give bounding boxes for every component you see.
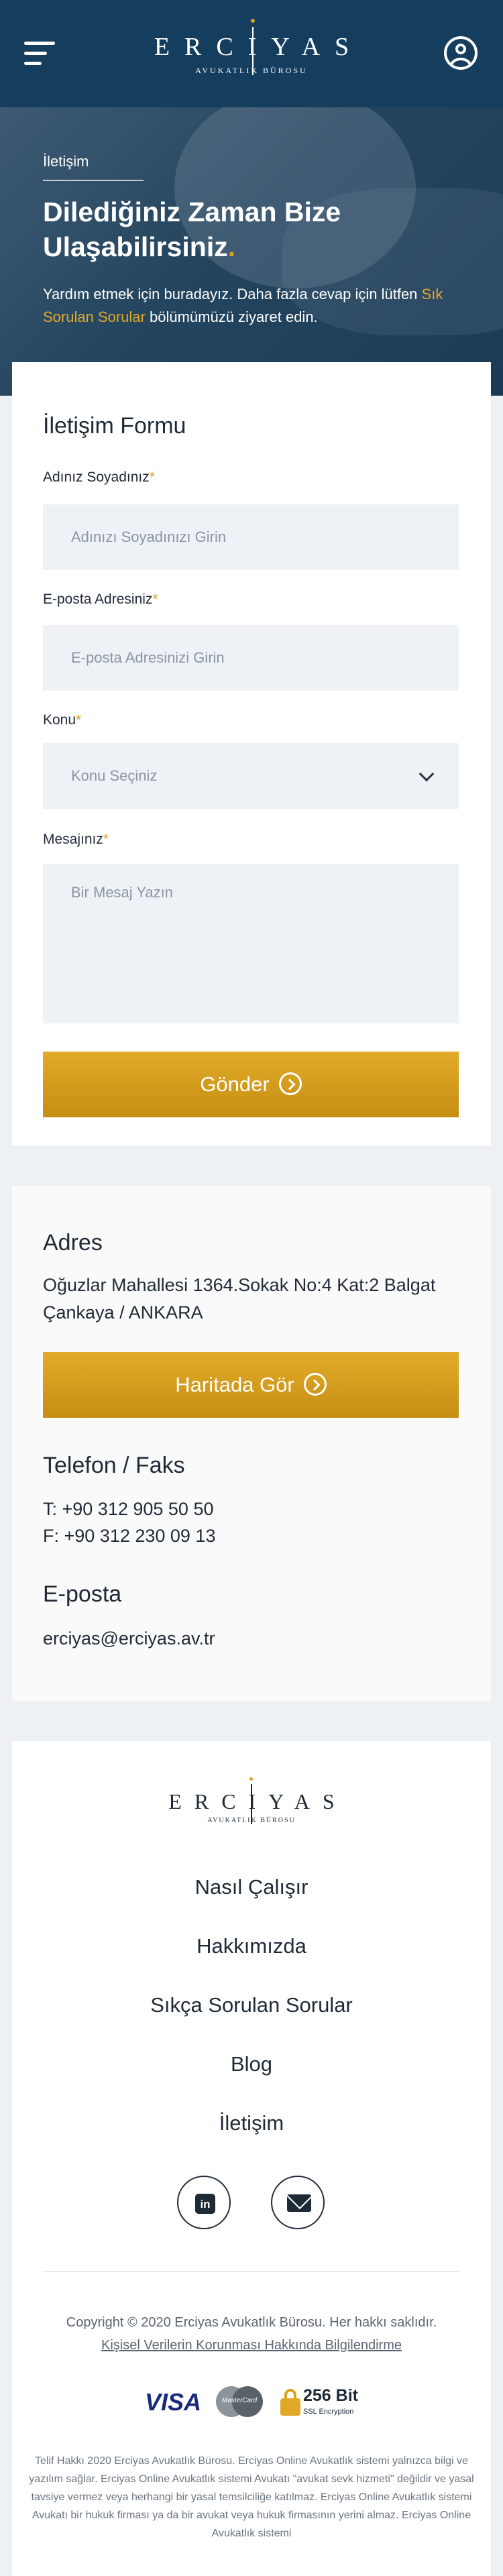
fax-number: F: +90 312 230 09 13: [43, 1526, 216, 1546]
submit-button[interactable]: Gönder: [43, 1052, 459, 1117]
hero-description: Yardım etmek için buradayız. Daha fazla …: [43, 286, 443, 325]
hamburger-menu-icon[interactable]: [24, 42, 55, 66]
logo-bar: [252, 27, 254, 75]
footer-nav-blog[interactable]: Blog: [12, 2052, 491, 2076]
address-title: Adres: [43, 1230, 103, 1255]
email-address[interactable]: erciyas@erciyas.av.tr: [43, 1625, 472, 1653]
privacy-info-link[interactable]: Kişisel Verilerin Korunması Hakkında Bil…: [12, 2338, 491, 2353]
logo-dot: [249, 1777, 253, 1781]
logo-dot: [251, 19, 255, 23]
ssl-badge-subtitle: SSL Encryption: [303, 2408, 354, 2416]
logo-subtitle: AVUKATLIK BÜROSU: [195, 66, 308, 75]
ssl-badge-title: 256 Bit: [303, 2386, 358, 2405]
breadcrumb[interactable]: İletişim: [43, 153, 89, 170]
name-input[interactable]: Adınızı Soyadınızı Girin: [43, 504, 459, 570]
email-label: E-posta Adresiniz*: [43, 592, 158, 607]
breadcrumb-underline: [43, 180, 144, 181]
arrow-right-circle-icon: [278, 1072, 302, 1095]
message-textarea[interactable]: Bir Mesaj Yazın: [43, 864, 459, 1023]
site-footer: ERCIYAS AVUKATLIK BÜROSU Nasıl Çalışır H…: [12, 1741, 491, 2576]
site-header: ERCIYAS AVUKATLIK BÜROSU: [0, 0, 503, 107]
linkedin-glyph: in: [195, 2194, 215, 2214]
visa-logo: VISA: [145, 2388, 202, 2416]
linkedin-icon[interactable]: in: [177, 2176, 231, 2229]
chevron-down-icon: [418, 766, 435, 782]
arrow-right-circle-icon: [303, 1372, 327, 1396]
email-input[interactable]: E-posta Adresinizi Girin: [43, 625, 459, 691]
page-title: Dilediğiniz Zaman Bize Ulaşabilirsiniz.: [43, 197, 341, 262]
footer-nav-about[interactable]: Hakkımızda: [12, 1934, 491, 1958]
phone-fax-title: Telefon / Faks: [43, 1453, 185, 1478]
footer-nav-how-it-works[interactable]: Nasıl Çalışır: [12, 1875, 491, 1899]
email-title: E-posta: [43, 1581, 122, 1607]
mastercard-logo: MasterCard: [216, 2386, 263, 2417]
contact-form-card: İletişim Formu Adınız Soyadınız* Adınızı…: [12, 362, 491, 1145]
name-label: Adınız Soyadınız*: [43, 469, 155, 485]
mail-icon[interactable]: [271, 2176, 325, 2229]
phone-number[interactable]: T: +90 312 905 50 50: [43, 1496, 472, 1523]
user-account-icon[interactable]: [444, 36, 478, 70]
site-logo[interactable]: ERCIYAS AVUKATLIK BÜROSU: [127, 19, 376, 79]
legal-disclaimer: Telif Hakkı 2020 Erciyas Avukatlık Büros…: [29, 2455, 474, 2539]
address-text: Oğuzlar Mahallesi 1364.Sokak No:4 Kat:2 …: [43, 1275, 436, 1323]
form-title: İletişim Formu: [43, 413, 186, 439]
hero-banner: İletişim Dilediğiniz Zaman Bize Ulaşabil…: [0, 107, 503, 396]
footer-logo[interactable]: ERCIYAS AVUKATLIK BÜROSU: [146, 1777, 357, 1838]
subject-select[interactable]: Konu Seçiniz: [43, 743, 459, 809]
ssl-lock-icon: [280, 2389, 300, 2416]
footer-divider: [43, 2271, 459, 2272]
message-label: Mesajınız*: [43, 832, 109, 847]
logo-name: ERCIYAS: [154, 33, 364, 61]
subject-select-value: Konu Seçiniz: [71, 767, 158, 784]
logo-bar: [251, 1784, 252, 1824]
footer-nav-faq[interactable]: Sıkça Sorulan Sorular: [12, 1993, 491, 2017]
contact-info-card: Adres Oğuzlar Mahallesi 1364.Sokak No:4 …: [12, 1186, 491, 1701]
subject-label: Konu*: [43, 712, 82, 728]
envelope-glyph: [287, 2194, 311, 2212]
footer-nav-contact[interactable]: İletişim: [12, 2111, 491, 2135]
copyright-text: Copyright © 2020 Erciyas Avukatlık Büros…: [66, 2315, 437, 2330]
view-on-map-button[interactable]: Haritada Gör: [43, 1352, 459, 1418]
